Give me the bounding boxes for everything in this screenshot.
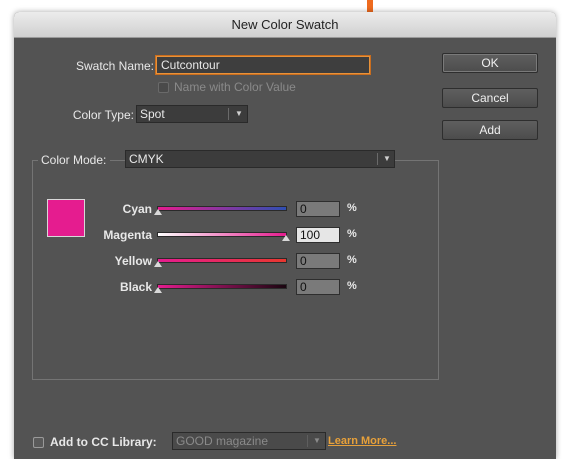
ok-button[interactable]: OK [442,53,538,73]
slider-value-yellow[interactable]: 0 [296,253,340,269]
percent-unit: % [347,202,357,214]
slider-track [158,207,286,210]
color-type-value: Spot [140,107,165,121]
chevron-down-icon: ▼ [313,436,321,445]
slider-track [158,285,286,288]
learn-more-link[interactable]: Learn More... [328,435,396,447]
swatch-name-label: Swatch Name: [75,59,154,73]
add-to-cc-library-checkbox[interactable] [33,437,44,448]
swatch-name-input[interactable] [156,56,370,74]
dropdown-separator [228,108,229,120]
color-mode-label: Color Mode: [38,152,111,168]
slider-thumb[interactable] [282,235,290,241]
slider-label-black: Black [119,280,152,294]
cc-library-dropdown[interactable]: GOOD magazine ▼ [172,432,326,450]
add-button[interactable]: Add [442,120,538,140]
slider-thumb[interactable] [154,209,162,215]
dropdown-separator [377,153,378,165]
slider-black[interactable] [154,283,288,293]
slider-track [158,233,286,236]
slider-yellow[interactable] [154,257,288,267]
name-with-color-value-checkbox[interactable] [158,82,169,93]
percent-unit: % [347,254,357,266]
dropdown-separator [307,435,308,447]
slider-value-magenta[interactable]: 100 [296,227,340,243]
slider-thumb[interactable] [154,261,162,267]
name-with-color-value-label: Name with Color Value [174,80,296,94]
add-to-cc-library-label: Add to CC Library: [50,435,157,449]
cc-library-value: GOOD magazine [176,434,269,448]
color-type-dropdown[interactable]: Spot ▼ [136,105,248,123]
slider-track [158,259,286,262]
slider-label-cyan: Cyan [122,202,152,216]
color-mode-value: CMYK [129,152,164,166]
slider-value-cyan[interactable]: 0 [296,201,340,217]
slider-label-yellow: Yellow [114,254,152,268]
new-color-swatch-dialog: New Color Swatch Swatch Name: Name with … [14,12,556,459]
percent-unit: % [347,280,357,292]
color-mode-group [32,160,439,380]
slider-magenta[interactable] [158,231,290,241]
percent-unit: % [347,228,357,240]
window-title: New Color Swatch [14,12,556,38]
chevron-down-icon: ▼ [235,109,243,118]
color-type-label: Color Type: [72,108,134,122]
slider-cyan[interactable] [154,205,288,215]
slider-thumb[interactable] [154,287,162,293]
color-mode-dropdown[interactable]: CMYK ▼ [125,150,395,168]
slider-value-black[interactable]: 0 [296,279,340,295]
slider-label-magenta: Magenta [103,228,152,242]
cancel-button[interactable]: Cancel [442,88,538,108]
chevron-down-icon: ▼ [383,154,391,163]
